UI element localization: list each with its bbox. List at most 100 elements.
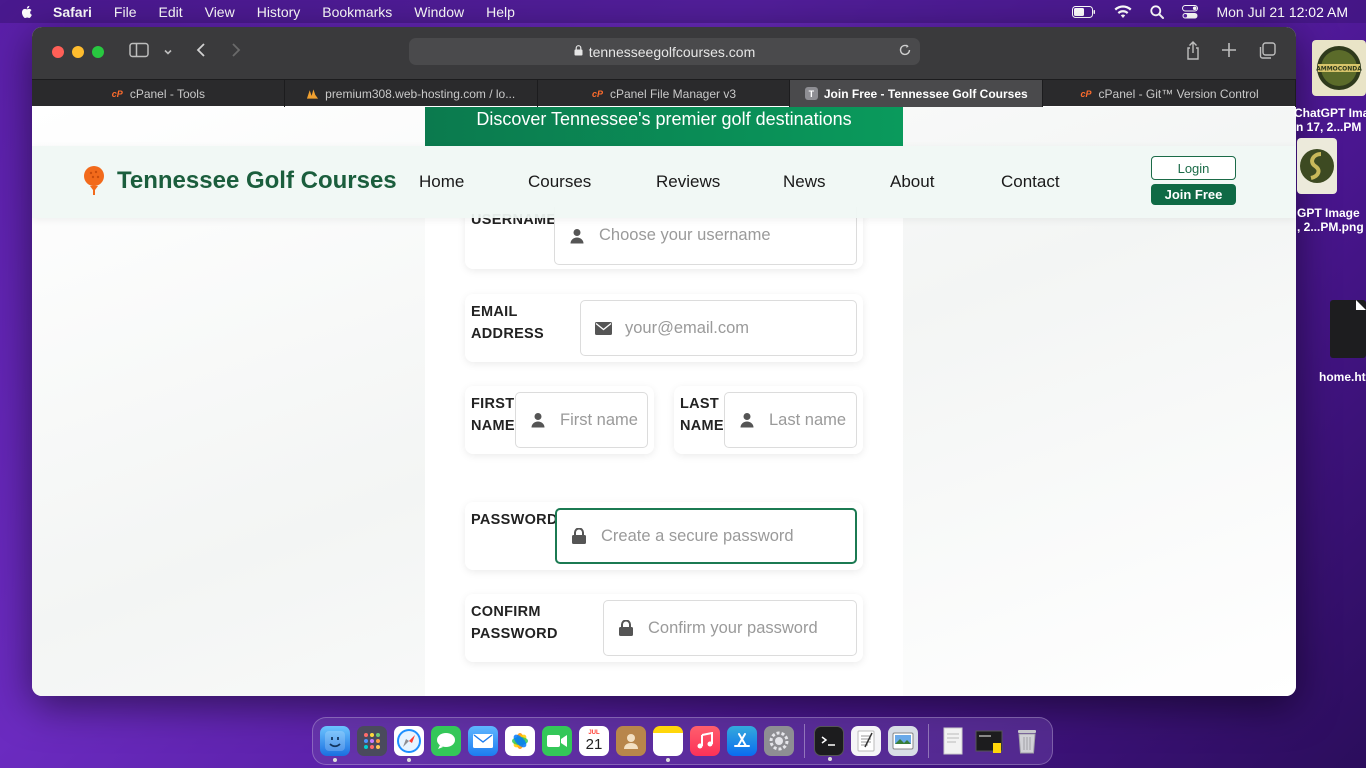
nav-home[interactable]: Home	[419, 172, 464, 192]
dock-separator	[804, 724, 805, 758]
nav-about[interactable]: About	[890, 172, 934, 192]
menu-view[interactable]: View	[205, 4, 235, 20]
email-input[interactable]	[625, 318, 856, 338]
share-icon[interactable]	[1185, 41, 1201, 66]
confirm-password-input[interactable]	[648, 618, 856, 638]
music-icon[interactable]	[690, 726, 720, 756]
terminal-icon[interactable]	[814, 726, 844, 761]
user-icon	[555, 228, 599, 244]
desktop-icon-label-2-line1: GPT Image	[1297, 206, 1360, 220]
user-icon	[725, 412, 769, 428]
mail-icon[interactable]	[468, 726, 498, 756]
tab-phpmyadmin[interactable]: premium308.web-hosting.com / lo...	[285, 80, 538, 107]
tab-label: Join Free - Tennessee Golf Courses	[823, 86, 1028, 101]
back-arrow-icon[interactable]	[195, 42, 207, 63]
browser-toolbar: tennesseegolfcourses.com	[32, 27, 1296, 79]
facetime-icon[interactable]	[542, 726, 572, 756]
nav-contact[interactable]: Contact	[1001, 172, 1060, 192]
desktop-icon-label-3[interactable]: home.ht	[1319, 370, 1366, 384]
nav-courses[interactable]: Courses	[528, 172, 591, 192]
desktop-image-thumbnail-2[interactable]	[1297, 138, 1337, 194]
close-window-button[interactable]	[52, 46, 64, 58]
tab-cpanel-git[interactable]: cP cPanel - Git™ Version Control	[1043, 80, 1296, 107]
apple-menu-icon[interactable]	[19, 4, 35, 20]
menu-file[interactable]: File	[114, 4, 137, 20]
nav-news[interactable]: News	[783, 172, 826, 192]
cpanel-icon: cP	[1080, 88, 1092, 99]
forward-arrow-icon[interactable]	[230, 42, 242, 63]
last-name-label-line1: LAST	[680, 396, 720, 412]
wifi-icon[interactable]	[1114, 4, 1132, 19]
tab-cpanel-file-manager[interactable]: cP cPanel File Manager v3	[538, 80, 791, 107]
desktop-image-thumbnail-1[interactable]: AMMOCONDA	[1312, 40, 1366, 96]
minimize-window-button[interactable]	[72, 46, 84, 58]
notes-icon[interactable]	[653, 726, 683, 762]
brand[interactable]: Tennessee Golf Courses	[82, 165, 397, 197]
calendar-icon[interactable]: JUL 21	[579, 726, 609, 756]
login-button[interactable]: Login	[1151, 156, 1236, 180]
desktop-icon-label-1-line1: ChatGPT Ima	[1294, 106, 1366, 120]
email-input-wrapper	[580, 300, 857, 356]
system-settings-icon[interactable]	[764, 726, 794, 756]
trash-icon[interactable]	[1012, 726, 1042, 756]
chevron-down-icon[interactable]	[163, 44, 173, 62]
hero-banner: Discover Tennessee's premier golf destin…	[425, 107, 903, 146]
lock-icon	[574, 44, 583, 59]
last-name-input[interactable]	[769, 410, 856, 430]
join-free-button[interactable]: Join Free	[1151, 184, 1236, 205]
app-store-icon[interactable]	[727, 726, 757, 756]
downloads-stack-icon[interactable]	[975, 726, 1005, 756]
menu-edit[interactable]: Edit	[158, 4, 182, 20]
sidebar-toggle-icon[interactable]	[129, 42, 149, 63]
tab-label: cPanel - Tools	[129, 86, 205, 101]
address-bar[interactable]: tennesseegolfcourses.com	[409, 38, 920, 65]
safari-icon[interactable]	[394, 726, 424, 762]
menu-app-safari[interactable]: Safari	[53, 4, 92, 20]
first-name-label-line2: NAME	[471, 418, 515, 434]
spotlight-search-icon[interactable]	[1150, 4, 1165, 19]
desktop-icon-label-1[interactable]: ChatGPT Ima n 17, 2...PM	[1294, 106, 1366, 134]
textedit-icon[interactable]	[851, 726, 881, 756]
messages-icon[interactable]	[431, 726, 461, 756]
cpanel-icon: cP	[111, 88, 123, 99]
tab-overview-icon[interactable]	[1258, 42, 1276, 65]
url-text: tennesseegolfcourses.com	[588, 43, 756, 60]
photos-icon[interactable]	[505, 726, 535, 756]
preview-icon[interactable]	[888, 726, 918, 756]
confirm-password-group: CONFIRM PASSWORD	[465, 594, 863, 662]
menu-window[interactable]: Window	[414, 4, 464, 20]
tab-join-free[interactable]: T Join Free - Tennessee Golf Courses	[790, 80, 1044, 107]
tab-cpanel-tools[interactable]: cP cPanel - Tools	[32, 80, 285, 107]
macos-menu-bar: Safari File Edit View History Bookmarks …	[0, 0, 1366, 23]
zoom-window-button[interactable]	[92, 46, 104, 58]
password-group: PASSWORD	[465, 502, 863, 570]
desktop-icon-label-2[interactable]: GPT Image , 2...PM.png	[1297, 206, 1364, 234]
first-name-input[interactable]	[560, 410, 647, 430]
new-tab-plus-icon[interactable]	[1221, 42, 1237, 63]
password-label: PASSWORD	[471, 512, 558, 528]
menu-bookmarks[interactable]: Bookmarks	[322, 4, 392, 20]
battery-icon[interactable]	[1072, 5, 1096, 18]
launchpad-icon[interactable]	[357, 726, 387, 756]
first-name-group: FIRST NAME	[465, 386, 654, 454]
menu-bar-clock[interactable]: Mon Jul 21 12:02 AM	[1216, 4, 1348, 20]
menu-help[interactable]: Help	[486, 4, 515, 20]
nav-reviews[interactable]: Reviews	[656, 172, 720, 192]
desktop-icon-label-2-line2: , 2...PM.png	[1297, 220, 1364, 234]
site-favicon-t: T	[804, 87, 818, 100]
contacts-icon[interactable]	[616, 726, 646, 756]
finder-icon[interactable]	[320, 726, 350, 762]
password-input[interactable]	[601, 526, 855, 546]
macos-dock: JUL 21	[312, 717, 1053, 765]
reload-icon[interactable]	[898, 43, 912, 60]
control-center-icon[interactable]	[1182, 4, 1199, 19]
confirm-password-label-line1: CONFIRM	[471, 604, 541, 620]
html-file-icon[interactable]	[1330, 300, 1366, 358]
last-name-label: LAST NAME	[680, 393, 724, 437]
ammoconda-logo-icon: AMMOCONDA	[1316, 46, 1362, 90]
menu-history[interactable]: History	[257, 4, 301, 20]
tab-label: premium308.web-hosting.com / lo...	[325, 86, 516, 101]
username-input[interactable]	[599, 226, 856, 245]
document-stack-icon[interactable]	[938, 726, 968, 756]
golf-ball-logo-icon	[84, 166, 104, 195]
